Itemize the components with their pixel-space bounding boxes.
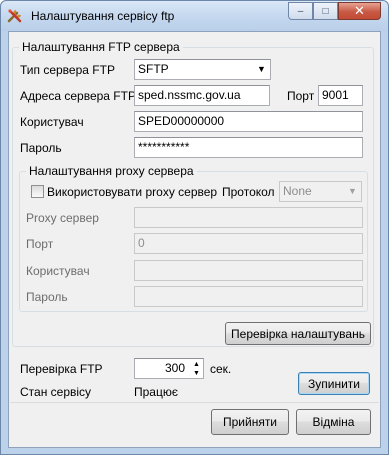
window-title: Налаштування сервісу ftp xyxy=(31,9,175,23)
dialog-body: Налаштування FTP сервера Тип сервера FTP… xyxy=(8,31,381,448)
server-address-label: Адреса сервера FTP xyxy=(20,89,136,103)
check-ftp-stepper[interactable]: 300 ▲ ▼ xyxy=(134,358,204,379)
proxy-port-label: Порт xyxy=(26,237,54,251)
check-ftp-label: Перевірка FTP xyxy=(20,362,103,376)
maximize-button[interactable]: □ xyxy=(313,2,338,20)
chevron-down-icon[interactable]: ▼ xyxy=(344,182,361,201)
proxy-password-label: Пароль xyxy=(26,290,68,304)
service-status-label: Стан сервісу xyxy=(20,385,92,399)
user-field[interactable]: SPED00000000 xyxy=(134,111,363,132)
use-proxy-checkbox[interactable] xyxy=(31,185,44,198)
chevron-down-icon[interactable]: ▼ xyxy=(253,60,270,79)
proxy-server-label: Proxy сервер xyxy=(26,211,99,225)
proxy-user-label: Користувач xyxy=(26,264,90,278)
check-ftp-unit: сек. xyxy=(210,362,232,376)
proxy-group-title: Налаштування proxy сервера xyxy=(26,164,197,178)
settings-window: Налаштування сервісу ftp – □ ✕ Налаштува… xyxy=(0,0,389,455)
accept-button[interactable]: Прийняти xyxy=(211,409,289,435)
password-label: Пароль xyxy=(20,141,62,155)
minimize-button[interactable]: – xyxy=(288,2,313,20)
server-type-value: SFTP xyxy=(138,62,169,76)
stop-service-button[interactable]: Зупинити xyxy=(298,372,370,395)
spin-up-icon[interactable]: ▲ xyxy=(193,360,200,369)
footer-panel: Прийняти Відміна xyxy=(10,402,379,447)
port-field[interactable]: 9001 xyxy=(318,85,363,106)
use-proxy-label[interactable]: Використовувати proxy сервер xyxy=(47,185,217,199)
service-status-value: Працює xyxy=(134,385,178,399)
spin-down-icon[interactable]: ▼ xyxy=(193,369,200,378)
spinner-buttons[interactable]: ▲ ▼ xyxy=(190,359,203,378)
proxy-password-field[interactable] xyxy=(134,286,363,307)
port-label: Порт xyxy=(287,89,315,103)
password-field[interactable]: *********** xyxy=(134,137,363,158)
server-type-label: Тип сервера FTP xyxy=(20,63,115,77)
server-address-field[interactable]: sped.nssmc.gov.ua xyxy=(134,85,270,106)
server-type-select[interactable]: SFTP ▼ xyxy=(134,59,271,80)
proxy-user-field[interactable] xyxy=(134,260,363,281)
tools-icon xyxy=(7,9,22,23)
protocol-label: Протокол xyxy=(222,185,275,199)
protocol-value: None xyxy=(283,184,312,198)
check-ftp-value: 300 xyxy=(164,361,185,375)
close-button[interactable]: ✕ xyxy=(338,2,381,20)
check-settings-button[interactable]: Перевірка налаштувань xyxy=(225,322,371,345)
cancel-button[interactable]: Відміна xyxy=(296,409,371,435)
proxy-port-field[interactable]: 0 xyxy=(134,233,363,254)
caption-buttons: – □ ✕ xyxy=(288,2,381,21)
user-label: Користувач xyxy=(20,115,84,129)
ftp-group-title: Налаштування FTP сервера xyxy=(19,40,183,54)
protocol-select[interactable]: None ▼ xyxy=(279,181,362,202)
title-bar[interactable]: Налаштування сервісу ftp – □ ✕ xyxy=(1,1,388,31)
proxy-server-field[interactable] xyxy=(134,207,363,228)
